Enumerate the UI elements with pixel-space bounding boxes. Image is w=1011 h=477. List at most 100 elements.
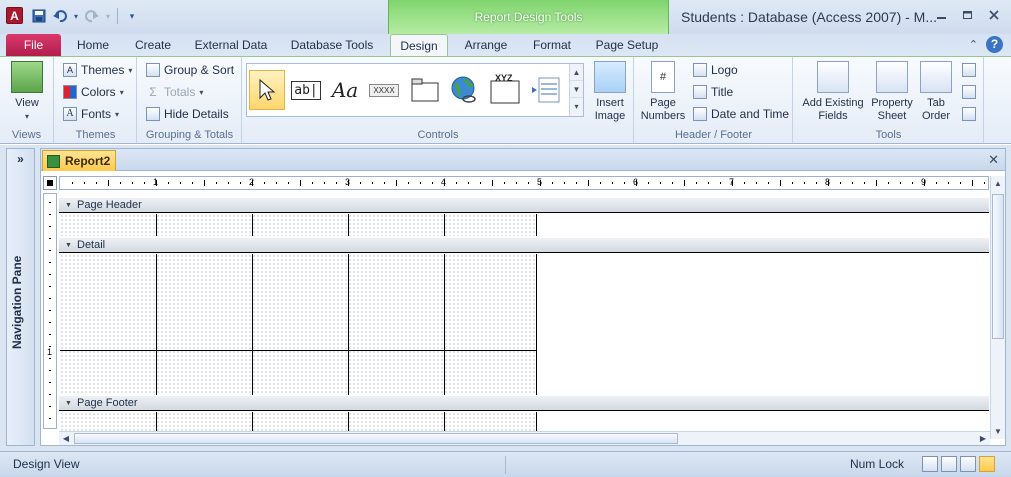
logo-button[interactable]: Logo: [693, 60, 738, 80]
grid-line: [252, 254, 253, 395]
ruler-tick: [864, 182, 865, 184]
convert-macros-icon[interactable]: [962, 107, 976, 121]
report-tab-label: Report2: [65, 154, 111, 168]
section-page-footer[interactable]: Page Footer: [59, 396, 989, 411]
page-header-grid[interactable]: [60, 214, 537, 236]
print-preview-icon[interactable]: [941, 456, 957, 472]
colors-button[interactable]: Colors ▾: [63, 82, 124, 102]
textbox-icon[interactable]: ab|: [288, 72, 324, 108]
title-bar: A ▾ ▾ ▾ Report Design Tools Students : D…: [0, 0, 1011, 34]
tab-design[interactable]: Design: [390, 34, 448, 56]
themes-button[interactable]: A Themes ▾: [63, 60, 132, 80]
layout-view-icon[interactable]: [960, 456, 976, 472]
detail-grid[interactable]: [60, 254, 537, 395]
redo-dropdown-icon[interactable]: ▾: [104, 6, 112, 26]
close-icon[interactable]: [983, 8, 1005, 26]
ruler-tick: [49, 370, 51, 371]
gallery-down-icon[interactable]: ▼: [570, 81, 583, 98]
grid-line: [348, 254, 349, 395]
save-icon[interactable]: [30, 6, 48, 26]
undo-dropdown-icon[interactable]: ▾: [72, 6, 80, 26]
tab-create[interactable]: Create: [128, 34, 178, 56]
hide-details-icon: [146, 107, 160, 121]
view-dropdown-icon[interactable]: ▾: [25, 110, 29, 123]
nav-expand-icon[interactable]: »: [7, 152, 34, 166]
group-views: View ▾ Views: [0, 57, 54, 143]
ruler-tick: [684, 180, 685, 186]
help-icon[interactable]: ?: [986, 36, 1003, 53]
ruler-tick: [588, 180, 589, 186]
navigation-pane[interactable]: » Navigation Pane: [6, 148, 35, 446]
group-label-grouping: Grouping & Totals: [145, 129, 234, 141]
chart-icon[interactable]: XYZ: [487, 72, 523, 108]
design-view-icon[interactable]: [979, 456, 995, 472]
scroll-down-icon[interactable]: ▼: [991, 424, 1005, 439]
add-existing-fields-button[interactable]: Add Existing Fields: [798, 61, 868, 123]
ruler-tick: [288, 182, 289, 184]
tab-order-button[interactable]: Tab Order: [918, 61, 954, 123]
label-icon[interactable]: Aa: [327, 72, 363, 108]
scroll-up-icon[interactable]: ▲: [991, 176, 1005, 191]
ruler-tick: [49, 202, 51, 203]
vertical-scroll-thumb[interactable]: [992, 194, 1004, 339]
ruler-tick: [984, 182, 985, 184]
ruler-tick: [420, 182, 421, 184]
gallery-up-icon[interactable]: ▲: [570, 64, 583, 81]
grid-line: [60, 350, 536, 351]
tab-external-data[interactable]: External Data: [190, 34, 272, 56]
page-numbers-button[interactable]: # Page Numbers: [641, 61, 685, 123]
ruler-tick: [576, 182, 577, 184]
close-document-icon[interactable]: ✕: [988, 152, 999, 168]
report-view-icon[interactable]: [922, 456, 938, 472]
list-box-icon[interactable]: [528, 72, 564, 108]
hyperlink-icon[interactable]: [446, 72, 482, 108]
section-page-header[interactable]: Page Header: [59, 198, 989, 213]
insert-image-button[interactable]: Insert Image: [589, 61, 631, 123]
tab-order-icon: [920, 61, 952, 93]
tab-database-tools[interactable]: Database Tools: [285, 34, 379, 56]
minimize-ribbon-icon[interactable]: ⌃: [969, 38, 978, 51]
scroll-left-icon[interactable]: ◀: [59, 432, 73, 445]
ruler-tick: [600, 182, 601, 184]
select-pointer-icon[interactable]: [249, 70, 285, 110]
tab-arrange[interactable]: Arrange: [458, 34, 514, 56]
view-button[interactable]: View ▾: [10, 61, 44, 123]
horizontal-scrollbar[interactable]: ◀ ▶: [59, 431, 990, 445]
view-switcher: [922, 456, 995, 472]
themes-label: Themes: [81, 63, 125, 77]
horizontal-scroll-thumb[interactable]: [74, 433, 678, 444]
property-sheet-button[interactable]: Property Sheet: [868, 61, 916, 123]
fonts-button[interactable]: A Fonts ▾: [63, 104, 119, 124]
ruler-tick: [432, 182, 433, 184]
design-canvas[interactable]: Page Header Detail Page Footer: [59, 193, 989, 434]
totals-button[interactable]: Σ Totals ▾: [146, 82, 203, 102]
tab-control-icon[interactable]: [407, 72, 443, 108]
tab-report2[interactable]: Report2: [42, 150, 116, 171]
subreport-icon[interactable]: [962, 63, 976, 77]
section-detail[interactable]: Detail: [59, 238, 989, 253]
undo-icon[interactable]: [51, 6, 69, 26]
redo-icon[interactable]: [83, 6, 101, 26]
label-glyph: Aa: [331, 78, 359, 102]
hide-details-button[interactable]: Hide Details: [146, 104, 229, 124]
scroll-right-icon[interactable]: ▶: [976, 432, 990, 445]
ruler-tick: [780, 180, 781, 186]
gallery-more-icon[interactable]: ▾: [570, 98, 583, 115]
minimize-icon[interactable]: [931, 8, 953, 26]
grid-line: [348, 214, 349, 236]
date-time-button[interactable]: Date and Time: [693, 104, 789, 124]
ruler-tick: [276, 182, 277, 184]
button-control-icon[interactable]: XXXX: [366, 72, 402, 108]
vertical-scrollbar[interactable]: ▲ ▼: [990, 176, 1005, 439]
restore-icon[interactable]: [957, 8, 979, 26]
customize-icon[interactable]: ▾: [123, 6, 141, 26]
title-button[interactable]: Title: [693, 82, 733, 102]
tab-format[interactable]: Format: [526, 34, 578, 56]
select-report-icon[interactable]: [43, 176, 57, 190]
tab-file[interactable]: File: [6, 34, 61, 56]
tab-page-setup[interactable]: Page Setup: [590, 34, 664, 56]
tab-home[interactable]: Home: [69, 34, 117, 56]
view-code-icon[interactable]: [962, 85, 976, 99]
group-sort-button[interactable]: Group & Sort: [146, 60, 234, 80]
access-app-icon[interactable]: A: [6, 7, 23, 24]
